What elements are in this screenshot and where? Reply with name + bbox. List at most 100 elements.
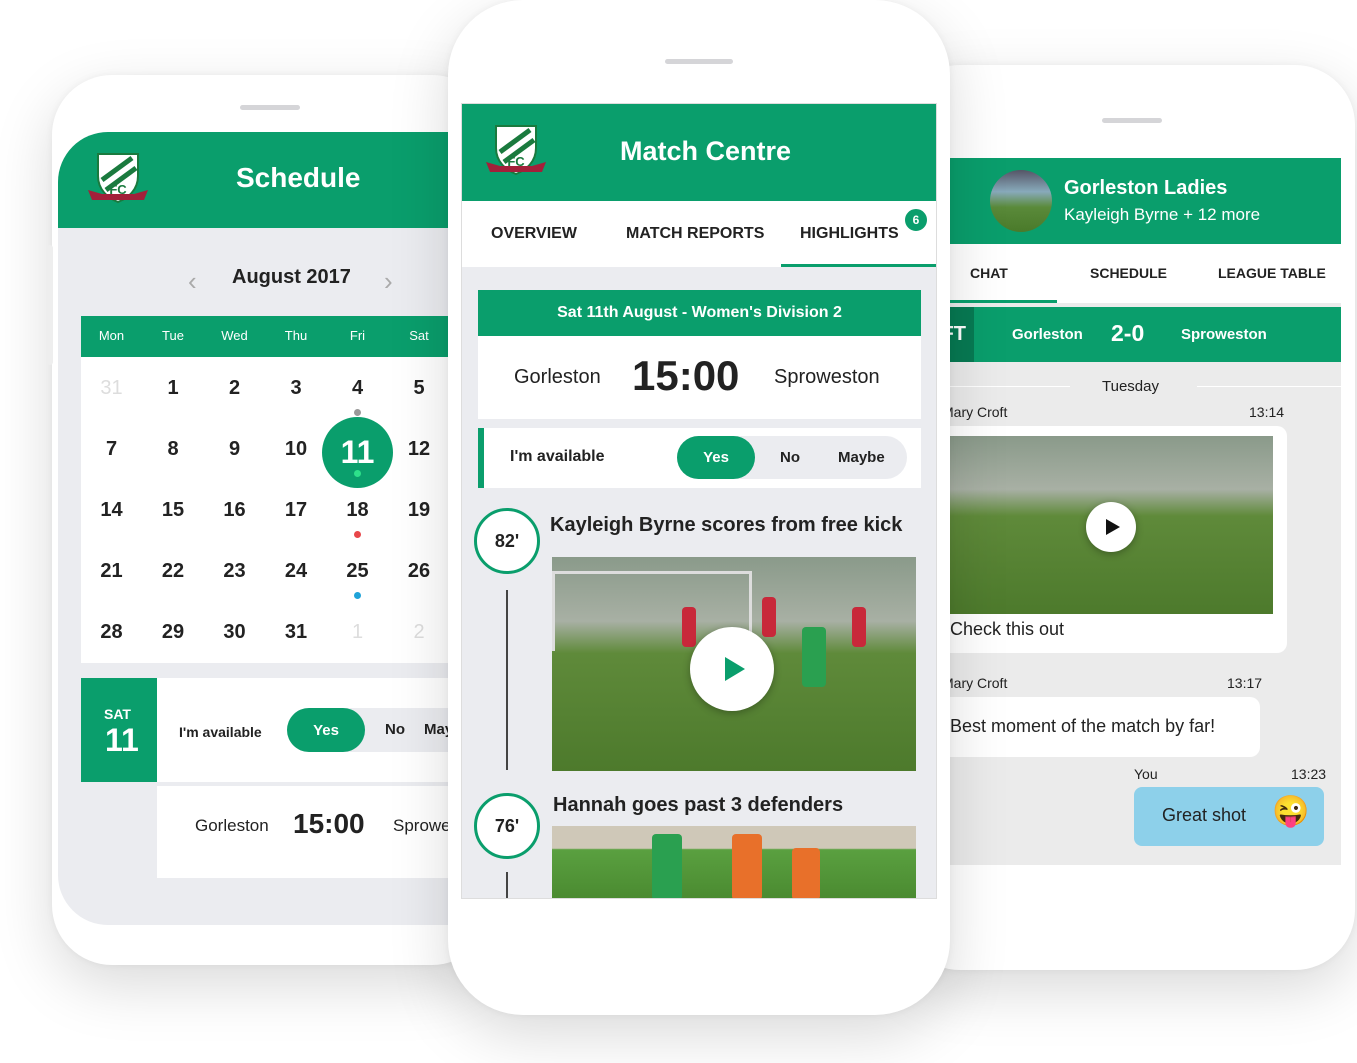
play-button[interactable] xyxy=(1086,502,1136,552)
tab-highlights[interactable]: HIGHLIGHTS xyxy=(800,225,899,243)
event-date-block: SAT 11 xyxy=(81,678,157,782)
active-tab-indicator xyxy=(950,300,1057,303)
home-team: Gorleston xyxy=(514,366,601,388)
message-time: 13:17 xyxy=(1227,675,1263,691)
calendar-day[interactable]: 2 xyxy=(389,621,450,644)
month-label: August 2017 xyxy=(232,266,351,288)
fixture-header: Sat 11th August - Women's Division 2 xyxy=(478,290,921,336)
minute-marker: 82' xyxy=(474,508,540,574)
weekday-label: Sat xyxy=(409,328,429,343)
calendar-day[interactable]: 22 xyxy=(143,560,204,583)
calendar-day[interactable]: 28 xyxy=(81,621,142,644)
calendar-day[interactable]: 24 xyxy=(266,560,327,583)
calendar-day[interactable]: 23 xyxy=(204,560,265,583)
schedule-header: FC Schedule xyxy=(58,132,458,228)
calendar-day[interactable]: 25 xyxy=(327,560,388,583)
message-bubble: Check this out xyxy=(950,426,1287,653)
option-maybe[interactable]: Maybe xyxy=(838,449,885,466)
calendar-day[interactable]: 8 xyxy=(143,438,204,461)
highlight-video[interactable] xyxy=(552,557,916,771)
calendar-day[interactable]: 3 xyxy=(266,377,327,400)
highlight-title[interactable]: Kayleigh Byrne scores from free kick xyxy=(550,514,902,537)
weekday-label: Thu xyxy=(284,328,308,343)
option-no[interactable]: No xyxy=(780,449,800,466)
prev-month-button[interactable]: ‹ xyxy=(188,266,197,297)
own-message-bubble: Great shot 😜 xyxy=(1134,787,1324,846)
availability-label: I'm available xyxy=(179,724,262,740)
score-result: 2-0 xyxy=(1111,320,1145,346)
player xyxy=(852,607,866,647)
calendar-day[interactable]: 31 xyxy=(81,377,142,400)
calendar-day[interactable]: 1 xyxy=(327,621,388,644)
message-sender: You xyxy=(1134,766,1158,782)
option-yes[interactable]: Yes xyxy=(287,708,365,752)
day-divider: Tuesday xyxy=(1102,378,1159,395)
option-no[interactable]: No xyxy=(385,721,405,738)
club-logo: FC xyxy=(486,125,546,176)
player xyxy=(652,834,682,898)
calendar-day[interactable]: 14 xyxy=(81,499,142,522)
calendar-day[interactable]: 11 xyxy=(327,434,388,471)
tab-schedule[interactable]: SCHEDULE xyxy=(1090,265,1167,281)
calendar-grid: 31 1 2 3 4 5 7 8 9 10 11 12 14 15 16 17 18 19 21 22 23 24 25 26… xyxy=(81,357,458,663)
message-sender: Mary Croft xyxy=(950,404,1008,420)
calendar-day[interactable]: 9 xyxy=(204,438,265,461)
tab-chat[interactable]: CHAT xyxy=(970,265,1008,281)
calendar-day[interactable]: 2 xyxy=(204,377,265,400)
calendar-day[interactable]: 29 xyxy=(143,621,204,644)
weekday-label: Fri xyxy=(349,328,366,343)
away-team: Sproweston xyxy=(774,366,880,388)
video-thumbnail[interactable] xyxy=(950,436,1273,614)
divider-line xyxy=(950,386,1070,387)
calendar-day[interactable]: 5 xyxy=(389,377,450,400)
highlight-title[interactable]: Hannah goes past 3 defenders xyxy=(553,794,843,817)
calendar-day[interactable]: 16 xyxy=(204,499,265,522)
calendar-day[interactable]: 4 xyxy=(327,377,388,400)
weekday-label: Tue xyxy=(162,328,184,343)
calendar-day[interactable]: 26 xyxy=(389,560,450,583)
group-members[interactable]: Kayleigh Byrne + 12 more xyxy=(1064,205,1260,225)
player xyxy=(732,834,762,898)
message-bubble: Best moment of the match by far! xyxy=(950,697,1260,757)
calendar-day[interactable]: 12 xyxy=(389,438,450,461)
event-indicator-dot xyxy=(354,531,361,538)
calendar-day[interactable]: 19 xyxy=(389,499,450,522)
calendar-day[interactable]: 30 xyxy=(204,621,265,644)
highlights-badge: 6 xyxy=(903,207,929,233)
availability-label: I'm available xyxy=(510,448,605,465)
event-indicator-dot xyxy=(354,470,361,477)
calendar-day[interactable]: 1 xyxy=(143,377,204,400)
calendar-day[interactable]: 21 xyxy=(81,560,142,583)
group-avatar[interactable] xyxy=(990,170,1052,232)
event-indicator-dot xyxy=(354,409,361,416)
tab-league-table[interactable]: LEAGUE TABLE xyxy=(1218,265,1326,281)
event-day-name: SAT xyxy=(104,706,131,722)
calendar-day[interactable]: 7 xyxy=(81,438,142,461)
weekday-label: Mon xyxy=(98,328,125,343)
group-name: Gorleston Ladies xyxy=(1064,177,1228,199)
play-button[interactable] xyxy=(690,627,774,711)
timeline-line xyxy=(506,872,508,898)
phone-side-button xyxy=(47,245,53,365)
chat-screen: Gorleston Ladies Kayleigh Byrne + 12 mor… xyxy=(950,158,1341,865)
calendar-day[interactable]: 10 xyxy=(266,438,327,461)
calendar-day[interactable]: 17 xyxy=(266,499,327,522)
active-tab-indicator xyxy=(781,264,936,267)
weekday-header: Mon Tue Wed Thu Fri Sat xyxy=(81,316,458,357)
score-away: Sproweston xyxy=(1181,326,1267,343)
phone-speaker xyxy=(665,59,733,64)
phone-speaker xyxy=(240,105,300,110)
tab-overview[interactable]: OVERVIEW xyxy=(491,225,577,243)
fixture-card: Gorleston 15:00 Sproweston xyxy=(478,336,921,419)
full-time-tag: FT xyxy=(950,307,974,362)
calendar-day[interactable]: 18 xyxy=(327,499,388,522)
phone-speaker xyxy=(1102,118,1162,123)
next-month-button[interactable]: › xyxy=(384,266,393,297)
option-yes[interactable]: Yes xyxy=(677,436,755,479)
chat-header: Gorleston Ladies Kayleigh Byrne + 12 mor… xyxy=(950,158,1341,244)
tab-match-reports[interactable]: MATCH REPORTS xyxy=(626,225,764,243)
calendar-day[interactable]: 31 xyxy=(266,621,327,644)
calendar-day[interactable]: 15 xyxy=(143,499,204,522)
message-time: 13:23 xyxy=(1291,766,1327,782)
highlight-video[interactable] xyxy=(552,826,916,898)
